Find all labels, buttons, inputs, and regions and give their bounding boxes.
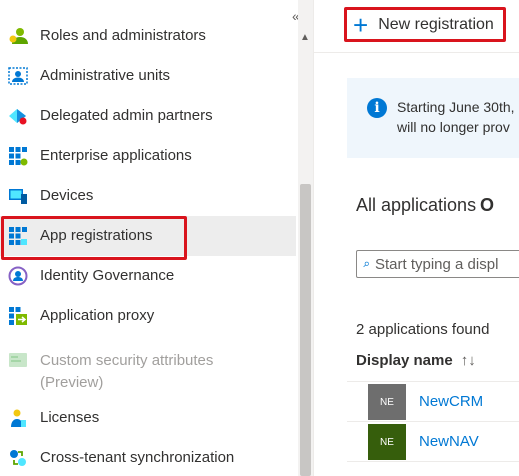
column-header-label: Display name (356, 352, 453, 369)
new-registration-button[interactable]: + New registration (344, 7, 506, 42)
results-count: 2 applications found (356, 321, 490, 338)
plus-icon: + (353, 9, 369, 40)
app-name-link[interactable]: NewCRM (419, 393, 483, 410)
nav-item-roles-and-administrators[interactable]: Roles and administrators (0, 16, 296, 56)
nav-item-enterprise-applications[interactable]: Enterprise applications (0, 136, 296, 176)
nav-item-label: Roles and administrators (40, 27, 206, 44)
enterprise-apps-icon (8, 146, 28, 166)
delegated-partners-icon (8, 106, 28, 126)
column-header-display-name[interactable]: Display name ↑↓ (356, 352, 476, 369)
toolbar-divider (314, 52, 519, 53)
scrollbar-thumb[interactable] (300, 184, 311, 476)
info-icon: i (367, 98, 387, 118)
admin-units-icon (8, 66, 28, 86)
nav-item-licenses[interactable]: Licenses (0, 398, 296, 438)
app-registrations-icon (8, 226, 28, 246)
licenses-icon (8, 408, 28, 428)
nav-item-label: Licenses (40, 409, 100, 426)
nav-item-devices[interactable]: Devices (0, 176, 296, 216)
nav-item-label-line1: Custom security attributes (40, 352, 214, 369)
cross-tenant-sync-icon (8, 448, 28, 468)
row-divider (347, 461, 519, 462)
tab-all-applications[interactable]: All applications (356, 195, 476, 216)
nav-item-label: App registrations (40, 227, 153, 244)
sort-icon[interactable]: ↑↓ (461, 352, 476, 369)
nav-item-application-proxy[interactable]: Application proxy (0, 296, 296, 336)
nav-scrollbar[interactable]: ▲ (298, 0, 313, 476)
left-navigation: « Roles and administrators Administrativ… (0, 0, 313, 476)
search-icon (363, 261, 369, 267)
app-avatar: NE (368, 424, 406, 460)
nav-item-label: Application proxy (40, 307, 155, 324)
table-row[interactable]: NE NewCRM (347, 382, 519, 422)
main-content: + New registration i Starting June 30th,… (313, 0, 519, 476)
scroll-up-arrow-icon[interactable]: ▲ (300, 32, 310, 43)
nav-item-delegated-admin-partners[interactable]: Delegated admin partners (0, 96, 296, 136)
nav-item-cross-tenant-synchronization[interactable]: Cross-tenant synchronization (0, 438, 296, 476)
identity-governance-icon (8, 266, 28, 286)
search-box[interactable] (356, 250, 519, 278)
nav-item-label: Cross-tenant synchronization (40, 449, 235, 466)
table-row[interactable]: NE NewNAV (347, 422, 519, 462)
nav-item-label: Delegated admin partners (40, 107, 213, 124)
tab-owned-applications[interactable]: O (480, 195, 494, 216)
nav-item-label: Enterprise applications (40, 147, 192, 164)
nav-item-label-line2: (Preview) (40, 374, 104, 391)
nav-item-administrative-units[interactable]: Administrative units (0, 56, 296, 96)
nav-item-label: Devices (40, 187, 94, 204)
banner-text-line1: Starting June 30th, (397, 99, 515, 115)
app-avatar: NE (368, 384, 406, 420)
nav-item-label: Custom security attributes (Preview) (40, 350, 213, 394)
info-banner: i Starting June 30th, will no longer pro… (347, 78, 519, 158)
new-registration-label: New registration (378, 15, 494, 33)
nav-item-label: Administrative units (40, 67, 171, 84)
application-proxy-icon (8, 306, 28, 326)
search-input[interactable] (375, 255, 519, 273)
roles-icon (8, 26, 28, 46)
nav-item-app-registrations[interactable]: App registrations (0, 216, 296, 260)
nav-item-custom-security-attributes[interactable]: Custom security attributes (Preview) (0, 336, 296, 398)
custom-security-attributes-icon (8, 350, 28, 370)
app-name-link[interactable]: NewNAV (419, 433, 479, 450)
nav-list: Roles and administrators Administrative … (0, 16, 296, 476)
nav-item-label: Identity Governance (40, 267, 175, 284)
nav-item-identity-governance[interactable]: Identity Governance (0, 256, 296, 296)
banner-text-line2: will no longer prov (397, 119, 510, 135)
devices-icon (8, 186, 28, 206)
